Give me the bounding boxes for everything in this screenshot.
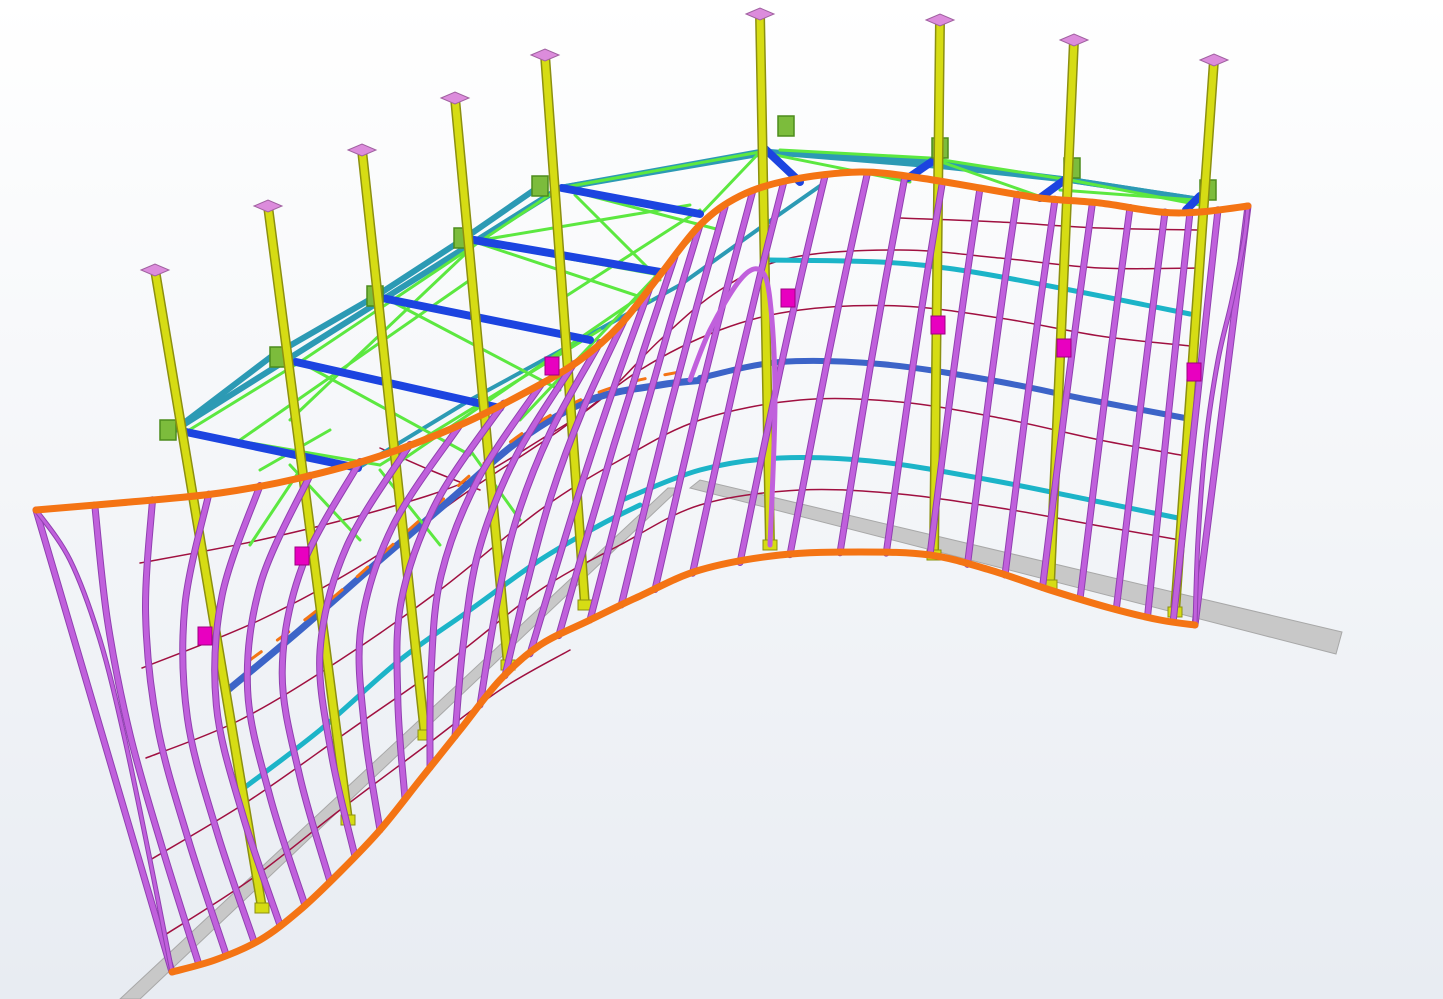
bracket-1	[197, 626, 213, 646]
column-base-plate	[254, 902, 270, 914]
3d-model-viewport[interactable]	[0, 0, 1443, 999]
bracket-3	[544, 356, 560, 376]
bracket-2	[294, 546, 310, 566]
roof-plate-1	[159, 419, 177, 441]
roof-plate-5	[531, 175, 549, 197]
roof-plate-6	[777, 115, 795, 137]
steel-structure-model[interactable]	[0, 0, 1443, 999]
bracket-5	[930, 315, 946, 335]
bracket-7	[1186, 362, 1202, 382]
bracket-6	[1056, 338, 1072, 358]
bracket-4	[780, 288, 796, 308]
